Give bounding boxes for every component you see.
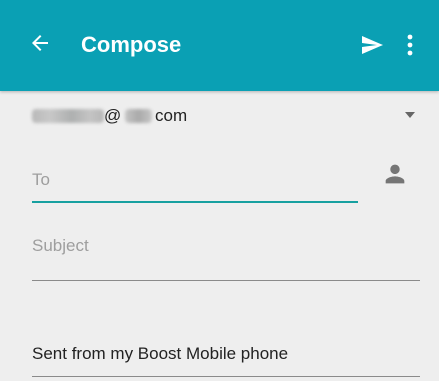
dropdown-caret-icon[interactable]: [405, 112, 415, 118]
from-account-selector[interactable]: @ com: [32, 100, 420, 134]
send-icon[interactable]: [358, 33, 386, 57]
back-arrow-icon[interactable]: [28, 31, 52, 55]
app-toolbar: Compose: [0, 0, 439, 91]
person-icon[interactable]: [381, 160, 409, 188]
redacted-domain: [125, 109, 152, 123]
subject-placeholder: Subject: [32, 236, 89, 255]
toolbar-title: Compose: [81, 32, 182, 57]
to-placeholder: To: [32, 170, 50, 189]
from-at-sign: @: [104, 106, 122, 125]
from-domain-suffix: com: [155, 106, 188, 125]
to-field[interactable]: To: [32, 165, 358, 203]
message-body[interactable]: Sent from my Boost Mobile phone: [32, 339, 420, 377]
redacted-username: [32, 109, 104, 123]
signature-text: Sent from my Boost Mobile phone: [32, 344, 289, 363]
subject-field[interactable]: Subject: [32, 231, 420, 281]
more-vert-icon[interactable]: [407, 34, 413, 56]
